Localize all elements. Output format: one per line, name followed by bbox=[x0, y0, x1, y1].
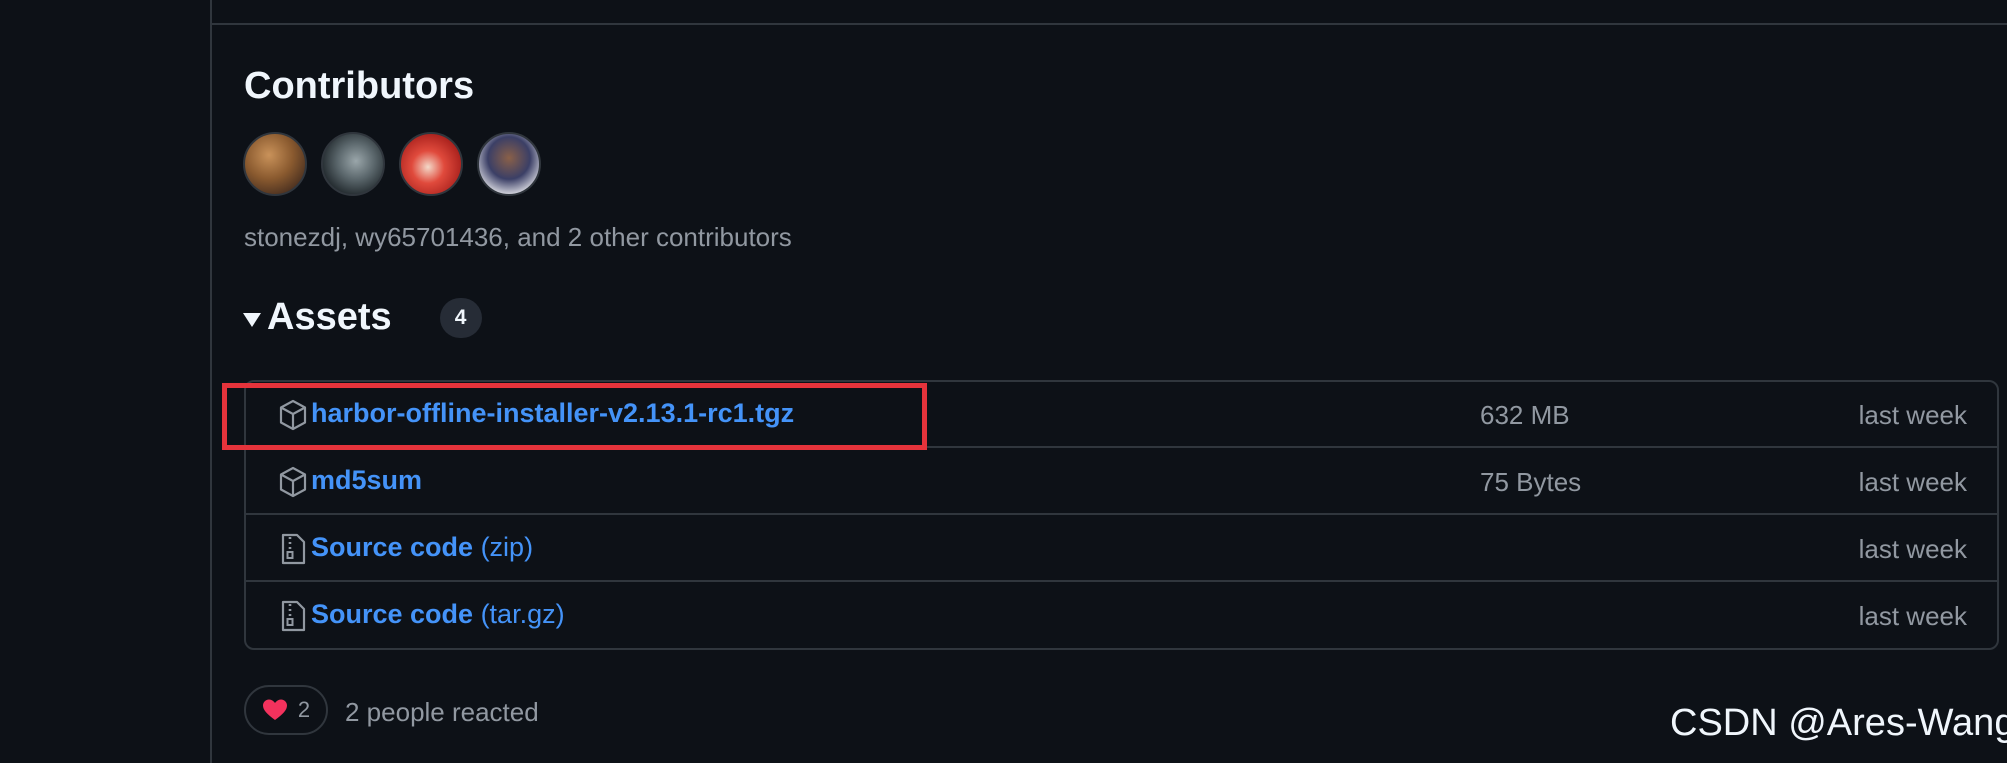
top-divider bbox=[212, 23, 2007, 25]
asset-date: last week bbox=[1858, 534, 1967, 564]
assets-title: Assets bbox=[267, 296, 392, 338]
triangle-down-icon bbox=[243, 312, 261, 327]
contributors-title: Contributors bbox=[244, 65, 475, 107]
asset-date: last week bbox=[1858, 400, 1967, 430]
watermark: CSDN @Ares-Wang bbox=[1670, 702, 2007, 744]
asset-row: Source code (tar.gz) last week bbox=[246, 583, 1997, 649]
asset-link[interactable]: Source code (tar.gz) bbox=[311, 599, 565, 630]
asset-link[interactable]: Source code (zip) bbox=[311, 532, 533, 563]
asset-date: last week bbox=[1858, 601, 1967, 631]
zip-file-icon bbox=[281, 600, 306, 632]
package-icon bbox=[279, 466, 307, 498]
highlight-box bbox=[222, 383, 927, 450]
contributors-summary[interactable]: stonezdj, wy65701436, and 2 other contri… bbox=[244, 222, 792, 253]
reaction-count: 2 bbox=[297, 697, 311, 722]
asset-size: 75 Bytes bbox=[1480, 467, 1582, 497]
reaction-button[interactable]: 2 bbox=[244, 685, 328, 735]
avatar[interactable] bbox=[477, 132, 541, 196]
asset-row: md5sum 75 Bytes last week bbox=[246, 449, 1997, 515]
release-page: Contributors stonezdj, wy65701436, and 2… bbox=[0, 0, 2007, 763]
assets-toggle[interactable]: Assets 4 bbox=[243, 296, 482, 339]
zip-file-icon bbox=[281, 533, 306, 565]
heart-icon bbox=[262, 699, 287, 720]
asset-date: last week bbox=[1858, 467, 1967, 497]
asset-link[interactable]: md5sum bbox=[311, 465, 422, 496]
avatar[interactable] bbox=[321, 132, 385, 196]
avatar[interactable] bbox=[243, 132, 307, 196]
asset-size: 632 MB bbox=[1480, 400, 1570, 430]
reaction-summary: 2 people reacted bbox=[345, 697, 539, 727]
avatar[interactable] bbox=[399, 132, 463, 196]
left-divider bbox=[210, 0, 212, 763]
contributors-avatars bbox=[243, 132, 541, 196]
asset-row: Source code (zip) last week bbox=[246, 516, 1997, 582]
assets-count-badge: 4 bbox=[439, 297, 482, 338]
